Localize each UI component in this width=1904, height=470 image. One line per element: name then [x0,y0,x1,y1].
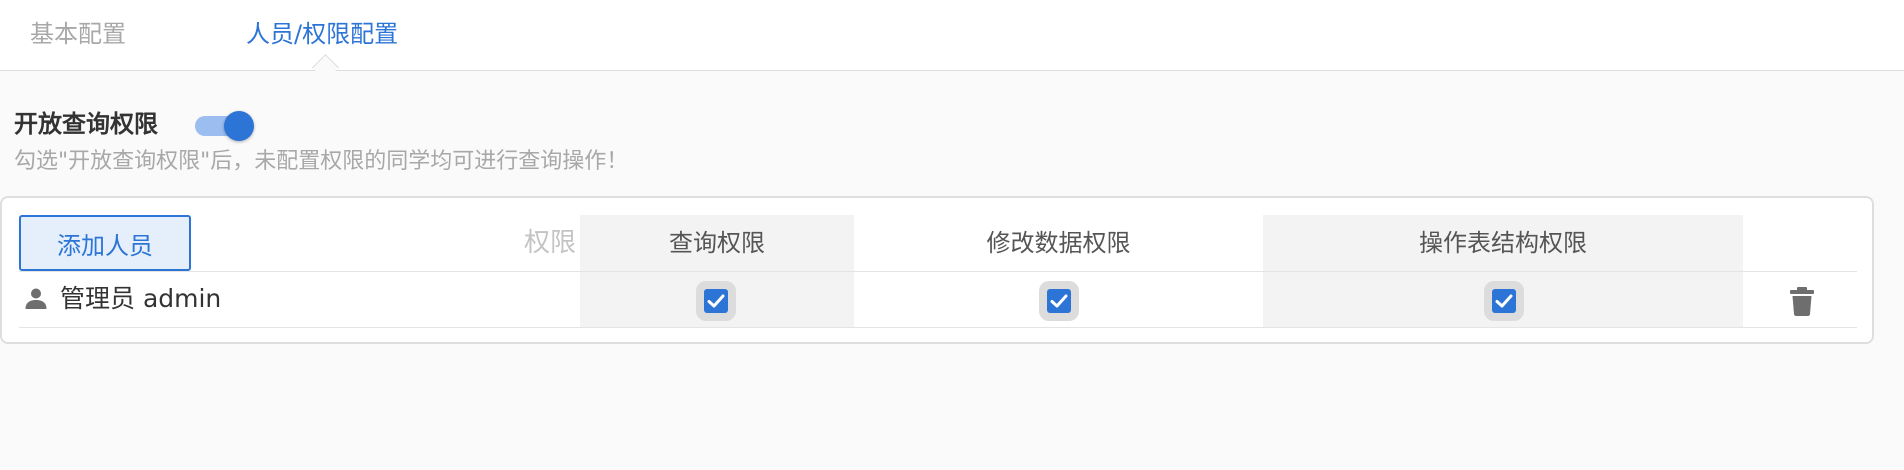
checkbox-box [1492,289,1516,313]
tab-people-permissions[interactable]: 人员/权限配置 [246,18,398,50]
row-divider [19,327,1857,328]
table-structure-permission-checkbox[interactable] [1484,281,1524,321]
column-header-modify-data: 修改数据权限 [986,229,1131,257]
column-header-query: 查询权限 [669,229,765,257]
checkmark-icon [1495,294,1513,308]
query-permission-toggle[interactable] [193,110,255,141]
user-icon [25,288,47,309]
query-permission-title: 开放查询权限 [14,110,158,138]
checkbox-box [704,289,728,313]
tab-basic-config[interactable]: 基本配置 [30,18,126,50]
user-name: 管理员 admin [60,284,222,313]
trash-icon[interactable] [1788,286,1816,316]
tab-bar: 基本配置 人员/权限配置 [0,0,1904,71]
toggle-knob [224,111,254,141]
permission-label: 权限 [524,228,577,258]
add-person-button[interactable]: 添加人员 [19,215,191,271]
modify-data-permission-checkbox[interactable] [1039,281,1079,321]
column-header-table-structure: 操作表结构权限 [1419,229,1587,257]
checkmark-icon [707,294,725,308]
checkmark-icon [1050,294,1068,308]
header-divider [19,271,1857,272]
checkbox-box [1047,289,1071,313]
query-permission-checkbox[interactable] [696,281,736,321]
permission-table-panel: 添加人员 权限 查询权限 修改数据权限 操作表结构权限 管理员 admin [0,196,1874,344]
query-permission-hint: 勾选"开放查询权限"后，未配置权限的同学均可进行查询操作！ [14,149,629,174]
